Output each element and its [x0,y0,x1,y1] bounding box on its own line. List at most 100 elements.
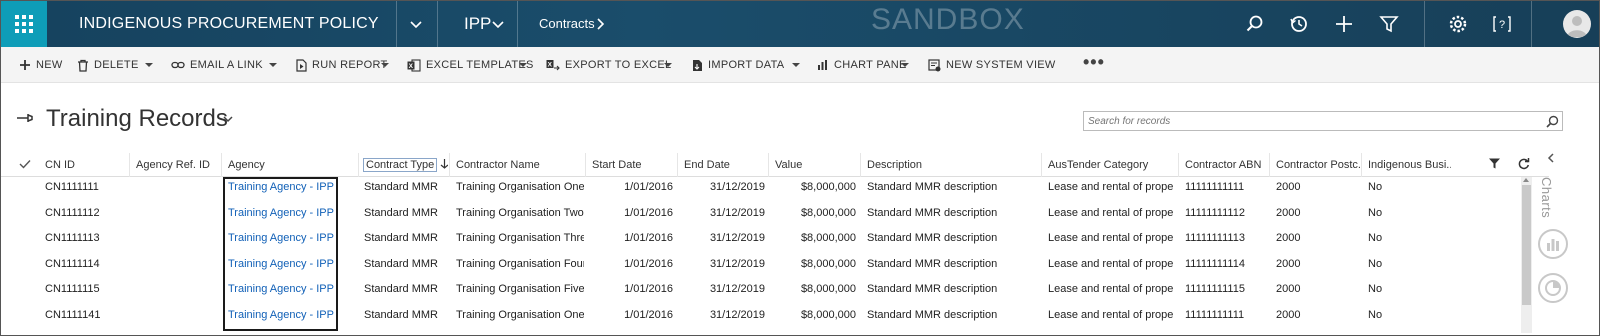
environment-watermark: SANDBOX [871,3,1025,36]
export-icon: X [546,59,560,70]
nav-divider [1424,1,1425,47]
cell-austender-category: Lease and rental of proper... [1048,181,1174,193]
search-icon[interactable] [1546,115,1559,128]
run-report-dropdown-caret[interactable] [381,63,389,67]
cell-value: $8,000,000 [800,232,856,244]
excel-icon: X [407,58,421,72]
app-title[interactable]: INDIGENOUS PROCUREMENT POLICY [79,1,379,47]
view-icon [928,58,941,71]
cell-value: $8,000,000 [800,308,856,321]
refresh-icon[interactable] [1518,157,1530,170]
cell-contract-type: Standard MMR [364,232,438,244]
cell-contract-type: Standard MMR [364,181,438,193]
cell-cn-id: CN1111112 [45,206,100,219]
waffle-icon[interactable] [1,1,47,47]
cell-austender-category: Lease and rental of proper... [1048,232,1174,244]
cell-agency-ref-id [135,174,221,200]
cell-austender-category: Lease and rental of proper... [1048,206,1174,219]
cell-indigenous-business: No [1368,308,1383,321]
delete-dropdown-caret[interactable] [145,63,153,67]
charts-pane-label[interactable]: Charts [1539,177,1554,218]
new-system-view-button[interactable]: NEW SYSTEM VIEW [928,47,1056,83]
cell-contractor-postcode: 2000 [1276,181,1301,193]
crm-window: INDIGENOUS PROCUREMENT POLICY IPP Contra… [0,0,1600,336]
link-icon [171,61,185,69]
cell-contract-type: Standard MMR [364,283,438,295]
cell-agency-ref-id [135,225,221,251]
chevron-left-icon[interactable] [1546,153,1556,163]
cell-start-date: 1/01/2016 [624,206,673,219]
export-excel-button[interactable]: X EXPORT TO EXCEL [546,47,671,83]
cell-start-date: 1/01/2016 [624,257,673,270]
cell-description: Standard MMR description [867,232,998,244]
scrollbar-thumb[interactable] [1522,185,1531,305]
history-icon[interactable] [1289,14,1309,34]
export-excel-dropdown-caret[interactable] [664,63,672,67]
excel-templates-button[interactable]: X EXCEL TEMPLATES [407,47,534,83]
chart-bars-icon[interactable] [1538,229,1568,259]
chart-pane-button[interactable]: CHART PANE [817,47,907,83]
view-title[interactable]: Training Records [46,105,228,133]
user-icon[interactable] [1563,10,1591,38]
chevron-down-icon[interactable] [490,16,506,32]
top-navigation-bar: INDIGENOUS PROCUREMENT POLICY IPP Contra… [1,1,1599,47]
chevron-down-icon[interactable] [223,115,233,123]
email-link-button[interactable]: EMAIL A LINK [171,47,263,83]
chevron-right-icon[interactable] [592,16,608,32]
cell-description: Standard MMR description [867,283,998,295]
cell-value: $8,000,000 [800,206,856,219]
run-report-button[interactable]: RUN REPORT [296,47,388,83]
cell-contractor-abn: 11111111114 [1185,257,1245,270]
help-icon[interactable]: ? [1492,14,1512,34]
cell-value: $8,000,000 [800,283,856,295]
cell-contractor-postcode: 2000 [1276,232,1301,244]
cell-description: Standard MMR description [867,257,998,270]
filter-icon[interactable] [1488,157,1501,170]
plus-icon [20,60,30,70]
more-commands-button[interactable]: ••• [1083,47,1105,83]
cell-indigenous-business: No [1368,181,1383,193]
chevron-down-icon[interactable] [408,16,424,32]
cell-contractor-name: Training Organisation Five [456,283,584,295]
import-icon [693,59,702,71]
email-link-dropdown-caret[interactable] [269,63,277,67]
import-data-button[interactable]: IMPORT DATA [691,47,784,83]
cell-contractor-name: Training Organisation Three [456,232,584,244]
chart-pie-icon[interactable] [1538,273,1568,303]
excel-templates-dropdown-caret[interactable] [519,63,527,67]
filter-icon[interactable] [1379,14,1399,34]
entity-breadcrumb[interactable]: Contracts [539,1,595,47]
svg-text:X: X [409,63,414,70]
chart-pane-dropdown-caret[interactable] [901,63,909,67]
gear-icon[interactable] [1448,14,1468,34]
cell-austender-category: Lease and rental of proper... [1048,308,1174,321]
import-data-dropdown-caret[interactable] [792,63,800,67]
cell-contractor-postcode: 2000 [1276,308,1301,321]
cell-contractor-name: Training Organisation One [456,308,584,321]
svg-text:X: X [548,61,553,68]
new-button[interactable]: NEW [19,47,63,83]
select-all-checkmark-icon[interactable] [19,159,31,169]
cell-description: Standard MMR description [867,206,998,219]
nav-divider [396,1,397,47]
search-input[interactable] [1088,113,1528,129]
area-label[interactable]: IPP [464,1,491,47]
agency-column-highlight [223,177,338,331]
search-box [1083,111,1563,131]
vertical-scrollbar[interactable] [1521,177,1532,333]
cell-end-date: 31/12/2019 [709,257,765,270]
cell-contract-type: Standard MMR [364,308,438,321]
cell-contractor-name: Training Organisation One [456,181,584,193]
plus-icon[interactable] [1334,14,1354,34]
cell-cn-id: CN1111111 [45,181,99,193]
cell-contractor-name: Training Organisation Four [456,257,584,270]
cell-end-date: 31/12/2019 [709,308,765,321]
pin-icon[interactable] [16,113,34,123]
delete-button[interactable]: DELETE [77,47,139,83]
cell-contractor-postcode: 2000 [1276,257,1301,270]
cell-end-date: 31/12/2019 [709,181,765,193]
search-icon[interactable] [1245,14,1265,34]
scroll-up-arrow[interactable] [1523,178,1529,182]
cell-value: $8,000,000 [800,257,856,270]
cell-start-date: 1/01/2016 [624,232,673,244]
